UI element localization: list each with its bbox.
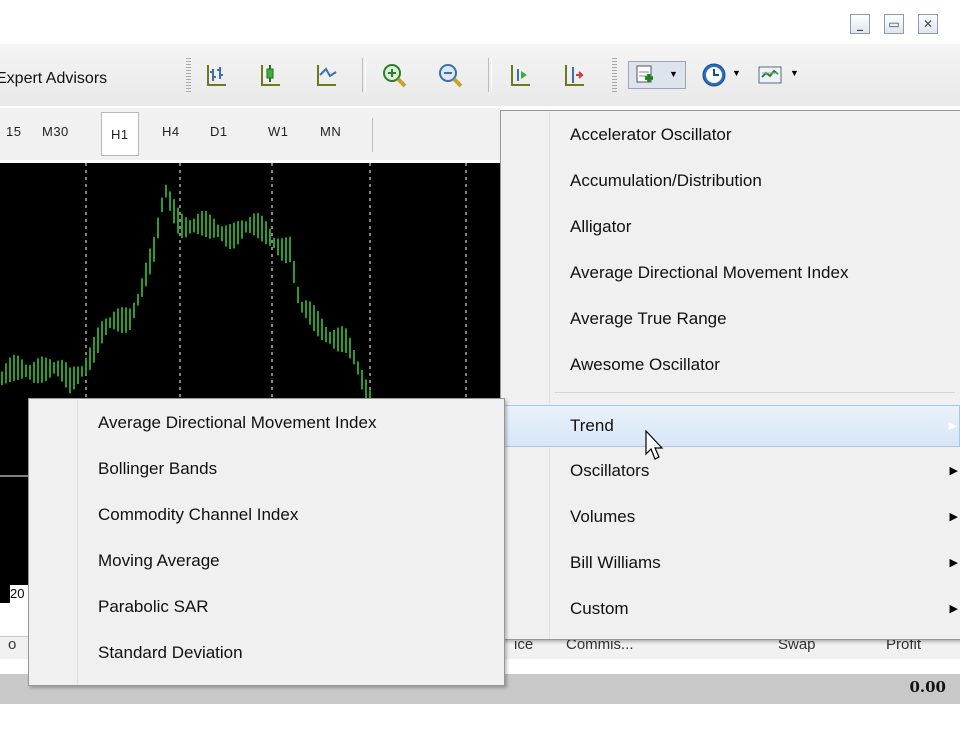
chart-shift-icon[interactable] xyxy=(560,61,588,89)
submenu-arrow-icon: ▶ xyxy=(949,557,958,569)
period-d1[interactable]: D1 xyxy=(210,124,228,139)
submenu-item-standard-deviation[interactable]: Standard Deviation xyxy=(30,633,503,673)
menu-item-average-true-range[interactable]: Average True Range xyxy=(502,299,960,339)
zoom-in-icon[interactable] xyxy=(380,61,408,89)
chevron-down-icon: ▼ xyxy=(669,69,678,79)
bar-chart-icon[interactable] xyxy=(202,61,230,89)
submenu-arrow-icon: ▶ xyxy=(949,465,958,477)
submenu-item-moving-average[interactable]: Moving Average xyxy=(30,541,503,581)
close-button[interactable]: ✕ xyxy=(918,14,938,34)
line-chart-icon[interactable] xyxy=(312,61,340,89)
auto-scroll-icon[interactable] xyxy=(506,61,534,89)
period-mn[interactable]: MN xyxy=(320,124,341,139)
menu-item-bill-williams[interactable]: Bill Williams ▶ xyxy=(502,543,960,583)
candlestick-icon[interactable] xyxy=(256,61,284,89)
menu-item-average-directional-movement-index[interactable]: Average Directional Movement Index xyxy=(502,253,960,293)
period-m30[interactable]: M30 xyxy=(42,124,69,139)
submenu-item-bollinger-bands[interactable]: Bollinger Bands xyxy=(30,449,503,489)
menu-divider xyxy=(555,392,955,393)
submenu-arrow-icon: ▶ xyxy=(948,420,957,432)
period-separator xyxy=(372,118,375,152)
indicators-dropdown-button[interactable]: ▼ xyxy=(628,61,686,89)
toolbar-separator xyxy=(362,58,366,92)
submenu-item-commodity-channel-index[interactable]: Commodity Channel Index xyxy=(30,495,503,535)
mouse-cursor-icon xyxy=(645,430,664,460)
submenu-arrow-icon: ▶ xyxy=(949,603,958,615)
menu-item-alligator[interactable]: Alligator xyxy=(502,207,960,247)
period-m15[interactable]: 15 xyxy=(6,124,21,139)
terminal-col-order[interactable]: o xyxy=(8,636,16,653)
period-h4[interactable]: H4 xyxy=(162,124,180,139)
menu-item-volumes[interactable]: Volumes ▶ xyxy=(502,497,960,537)
submenu-arrow-icon: ▶ xyxy=(949,511,958,523)
chevron-down-icon: ▼ xyxy=(732,68,741,78)
minimize-button[interactable]: _ xyxy=(850,14,870,34)
period-w1[interactable]: W1 xyxy=(268,124,289,139)
toolbar-grip[interactable] xyxy=(612,58,617,92)
periods-dropdown-button[interactable]: ▼ xyxy=(700,61,746,89)
restore-button[interactable]: ▭ xyxy=(884,14,904,34)
templates-dropdown-button[interactable]: ▼ xyxy=(754,61,804,89)
toolbar-separator xyxy=(488,58,492,92)
expert-advisors-button[interactable]: Expert Advisors xyxy=(0,70,107,88)
period-bar xyxy=(0,108,500,160)
profit-value: 0.00 xyxy=(909,678,946,696)
toolbar xyxy=(0,44,960,106)
menu-item-accelerator-oscillator[interactable]: Accelerator Oscillator xyxy=(502,115,960,155)
period-h1[interactable]: H1 xyxy=(101,112,139,156)
submenu-item-average-directional-movement-index[interactable]: Average Directional Movement Index xyxy=(30,403,503,443)
menu-item-trend[interactable]: Trend ▶ xyxy=(502,405,960,447)
toolbar-grip[interactable] xyxy=(186,58,191,92)
menu-item-oscillators[interactable]: Oscillators ▶ xyxy=(502,451,960,491)
chevron-down-icon: ▼ xyxy=(790,68,799,78)
menu-item-custom[interactable]: Custom ▶ xyxy=(502,589,960,629)
trend-submenu: Average Directional Movement Index Bolli… xyxy=(28,398,505,686)
menu-item-accumulation-distribution[interactable]: Accumulation/Distribution xyxy=(502,161,960,201)
indicators-menu: Accelerator Oscillator Accumulation/Dist… xyxy=(500,110,960,640)
submenu-item-parabolic-sar[interactable]: Parabolic SAR xyxy=(30,587,503,627)
zoom-out-icon[interactable] xyxy=(436,61,464,89)
menu-item-awesome-oscillator[interactable]: Awesome Oscillator xyxy=(502,345,960,385)
